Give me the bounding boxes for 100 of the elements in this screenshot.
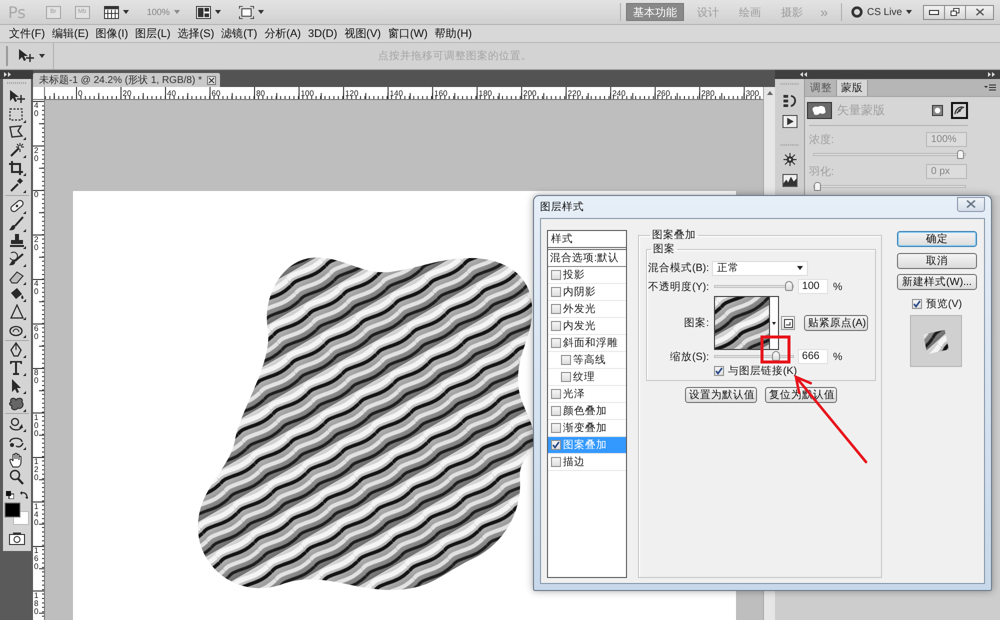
- color-swatches-icon[interactable]: [4, 502, 30, 526]
- checkbox[interactable]: [561, 355, 571, 365]
- checkbox[interactable]: [561, 372, 571, 382]
- close-button[interactable]: [957, 196, 985, 212]
- magic-wand-icon[interactable]: [8, 142, 26, 158]
- menu-item[interactable]: 3D(D): [308, 28, 338, 40]
- blend-mode-dropdown[interactable]: 正常: [712, 260, 808, 276]
- new-preset-button[interactable]: [781, 316, 795, 330]
- checkbox[interactable]: [551, 270, 561, 280]
- pattern-picker[interactable]: [714, 296, 779, 350]
- style-list-item[interactable]: 混合选项:默认: [548, 250, 626, 267]
- checkbox[interactable]: [551, 389, 561, 399]
- crop-icon[interactable]: [8, 160, 26, 176]
- histogram-icon[interactable]: [782, 174, 798, 187]
- workspace-button[interactable]: 基本功能: [626, 3, 684, 21]
- number-field[interactable]: 100: [798, 279, 828, 294]
- view-extras-button[interactable]: [104, 6, 129, 18]
- type-tool-icon[interactable]: [8, 360, 26, 376]
- play-icon[interactable]: [782, 114, 798, 128]
- menu-item[interactable]: 窗口(W): [388, 26, 428, 41]
- menu-item[interactable]: 滤镜(T): [221, 26, 258, 41]
- caret-icon: [797, 266, 803, 270]
- menu-item[interactable]: 分析(A): [264, 26, 301, 41]
- close-icon[interactable]: [206, 76, 216, 84]
- style-list-item[interactable]: 描边: [548, 454, 626, 471]
- history-brush-icon[interactable]: [8, 251, 26, 268]
- unit-label: %: [833, 280, 842, 292]
- menu-item[interactable]: 图像(I): [96, 26, 128, 41]
- collapse-icon[interactable]: [800, 72, 808, 77]
- default-colors-icon[interactable]: [6, 491, 14, 500]
- pen-icon[interactable]: [8, 342, 26, 358]
- slider-thumb[interactable]: [772, 351, 780, 361]
- checkbox-label[interactable]: 预览(V): [926, 296, 962, 310]
- stacked-bars-icon[interactable]: [782, 94, 798, 107]
- swap-arrow-icon[interactable]: [20, 491, 28, 500]
- minimize-button[interactable]: [923, 4, 945, 20]
- menu-item[interactable]: 帮助(H): [434, 26, 472, 41]
- style-list-item[interactable]: 颜色叠加: [548, 403, 626, 420]
- style-list-item[interactable]: 内发光: [548, 318, 626, 335]
- rotate-3d-icon[interactable]: [8, 416, 26, 432]
- checkbox[interactable]: [551, 338, 561, 348]
- stamp-icon[interactable]: [8, 233, 26, 250]
- style-list-item[interactable]: 光泽: [548, 386, 626, 403]
- triangle-icon[interactable]: [8, 304, 26, 320]
- style-list-item[interactable]: 内阴影: [548, 284, 626, 301]
- style-list-item[interactable]: 斜面和浮雕: [548, 335, 626, 352]
- checkbox[interactable]: [551, 440, 561, 450]
- style-list-item[interactable]: 等高线: [548, 352, 626, 369]
- checkbox[interactable]: [551, 287, 561, 297]
- close-icon: [974, 8, 984, 16]
- list-header: 样式: [548, 231, 626, 250]
- snap-to-origin-button[interactable]: 贴紧原点(A): [804, 315, 868, 331]
- dialog-button[interactable]: 取消: [897, 253, 977, 269]
- checkbox-label[interactable]: 与图层链接(K): [728, 364, 797, 378]
- dialog-button[interactable]: 确定: [897, 231, 977, 247]
- menu-item[interactable]: 视图(V): [344, 26, 381, 41]
- menu-item[interactable]: 选择(S): [178, 26, 214, 41]
- screen-mode-button[interactable]: [238, 6, 264, 18]
- slider-thumb[interactable]: [785, 281, 793, 291]
- style-list-item[interactable]: 投影: [548, 267, 626, 284]
- blob-shape-icon[interactable]: [8, 396, 26, 412]
- number-field[interactable]: 666: [798, 349, 828, 364]
- checkbox[interactable]: [714, 366, 724, 376]
- checkbox[interactable]: [912, 298, 922, 308]
- close-button[interactable]: [965, 4, 994, 20]
- checkbox[interactable]: [551, 304, 561, 314]
- menu-item[interactable]: 文件(F): [9, 26, 46, 41]
- quick-mask-icon[interactable]: [9, 532, 25, 546]
- style-list-item[interactable]: 纹理: [548, 369, 626, 386]
- eyedropper-icon[interactable]: [8, 177, 26, 194]
- dialog-button[interactable]: 设置为默认值: [685, 387, 757, 403]
- pen-curve-icon: [954, 104, 965, 116]
- marquee-icon[interactable]: [8, 106, 26, 123]
- checkbox[interactable]: [551, 457, 561, 467]
- move-tool-icon[interactable]: [8, 88, 26, 105]
- ruler-label: 20: [122, 89, 132, 98]
- grip-icon: [780, 144, 800, 147]
- tool-preset-button[interactable]: [17, 48, 45, 64]
- restore-button[interactable]: [944, 4, 966, 20]
- cs-live-button[interactable]: CS Live: [846, 6, 916, 18]
- brush-icon[interactable]: [8, 216, 26, 232]
- document-tab[interactable]: 未标题-1 @ 24.2% (形状 1, RGB/8) *: [33, 73, 220, 87]
- ruler-label: 80: [34, 369, 40, 385]
- grip-icon: [6, 46, 9, 66]
- paint-bucket-icon[interactable]: [8, 286, 26, 302]
- caret-icon: [122, 10, 129, 14]
- scroll-up-icon[interactable]: [766, 91, 772, 95]
- expand-icon[interactable]: [988, 72, 996, 77]
- checkbox[interactable]: [551, 406, 561, 416]
- lasso-icon[interactable]: [8, 124, 26, 140]
- menu-item[interactable]: 图层(L): [135, 26, 171, 41]
- checkbox[interactable]: [551, 423, 561, 433]
- menu-item[interactable]: 编辑(E): [52, 26, 89, 41]
- zoom-icon[interactable]: [8, 469, 26, 486]
- dialog-button[interactable]: 新建样式(W)...: [897, 274, 977, 290]
- arrange-documents-button[interactable]: [196, 6, 221, 18]
- eraser-icon[interactable]: [8, 268, 26, 285]
- checkbox[interactable]: [551, 321, 561, 331]
- sun-icon[interactable]: [782, 152, 798, 166]
- style-list-item[interactable]: 外发光: [548, 301, 626, 318]
